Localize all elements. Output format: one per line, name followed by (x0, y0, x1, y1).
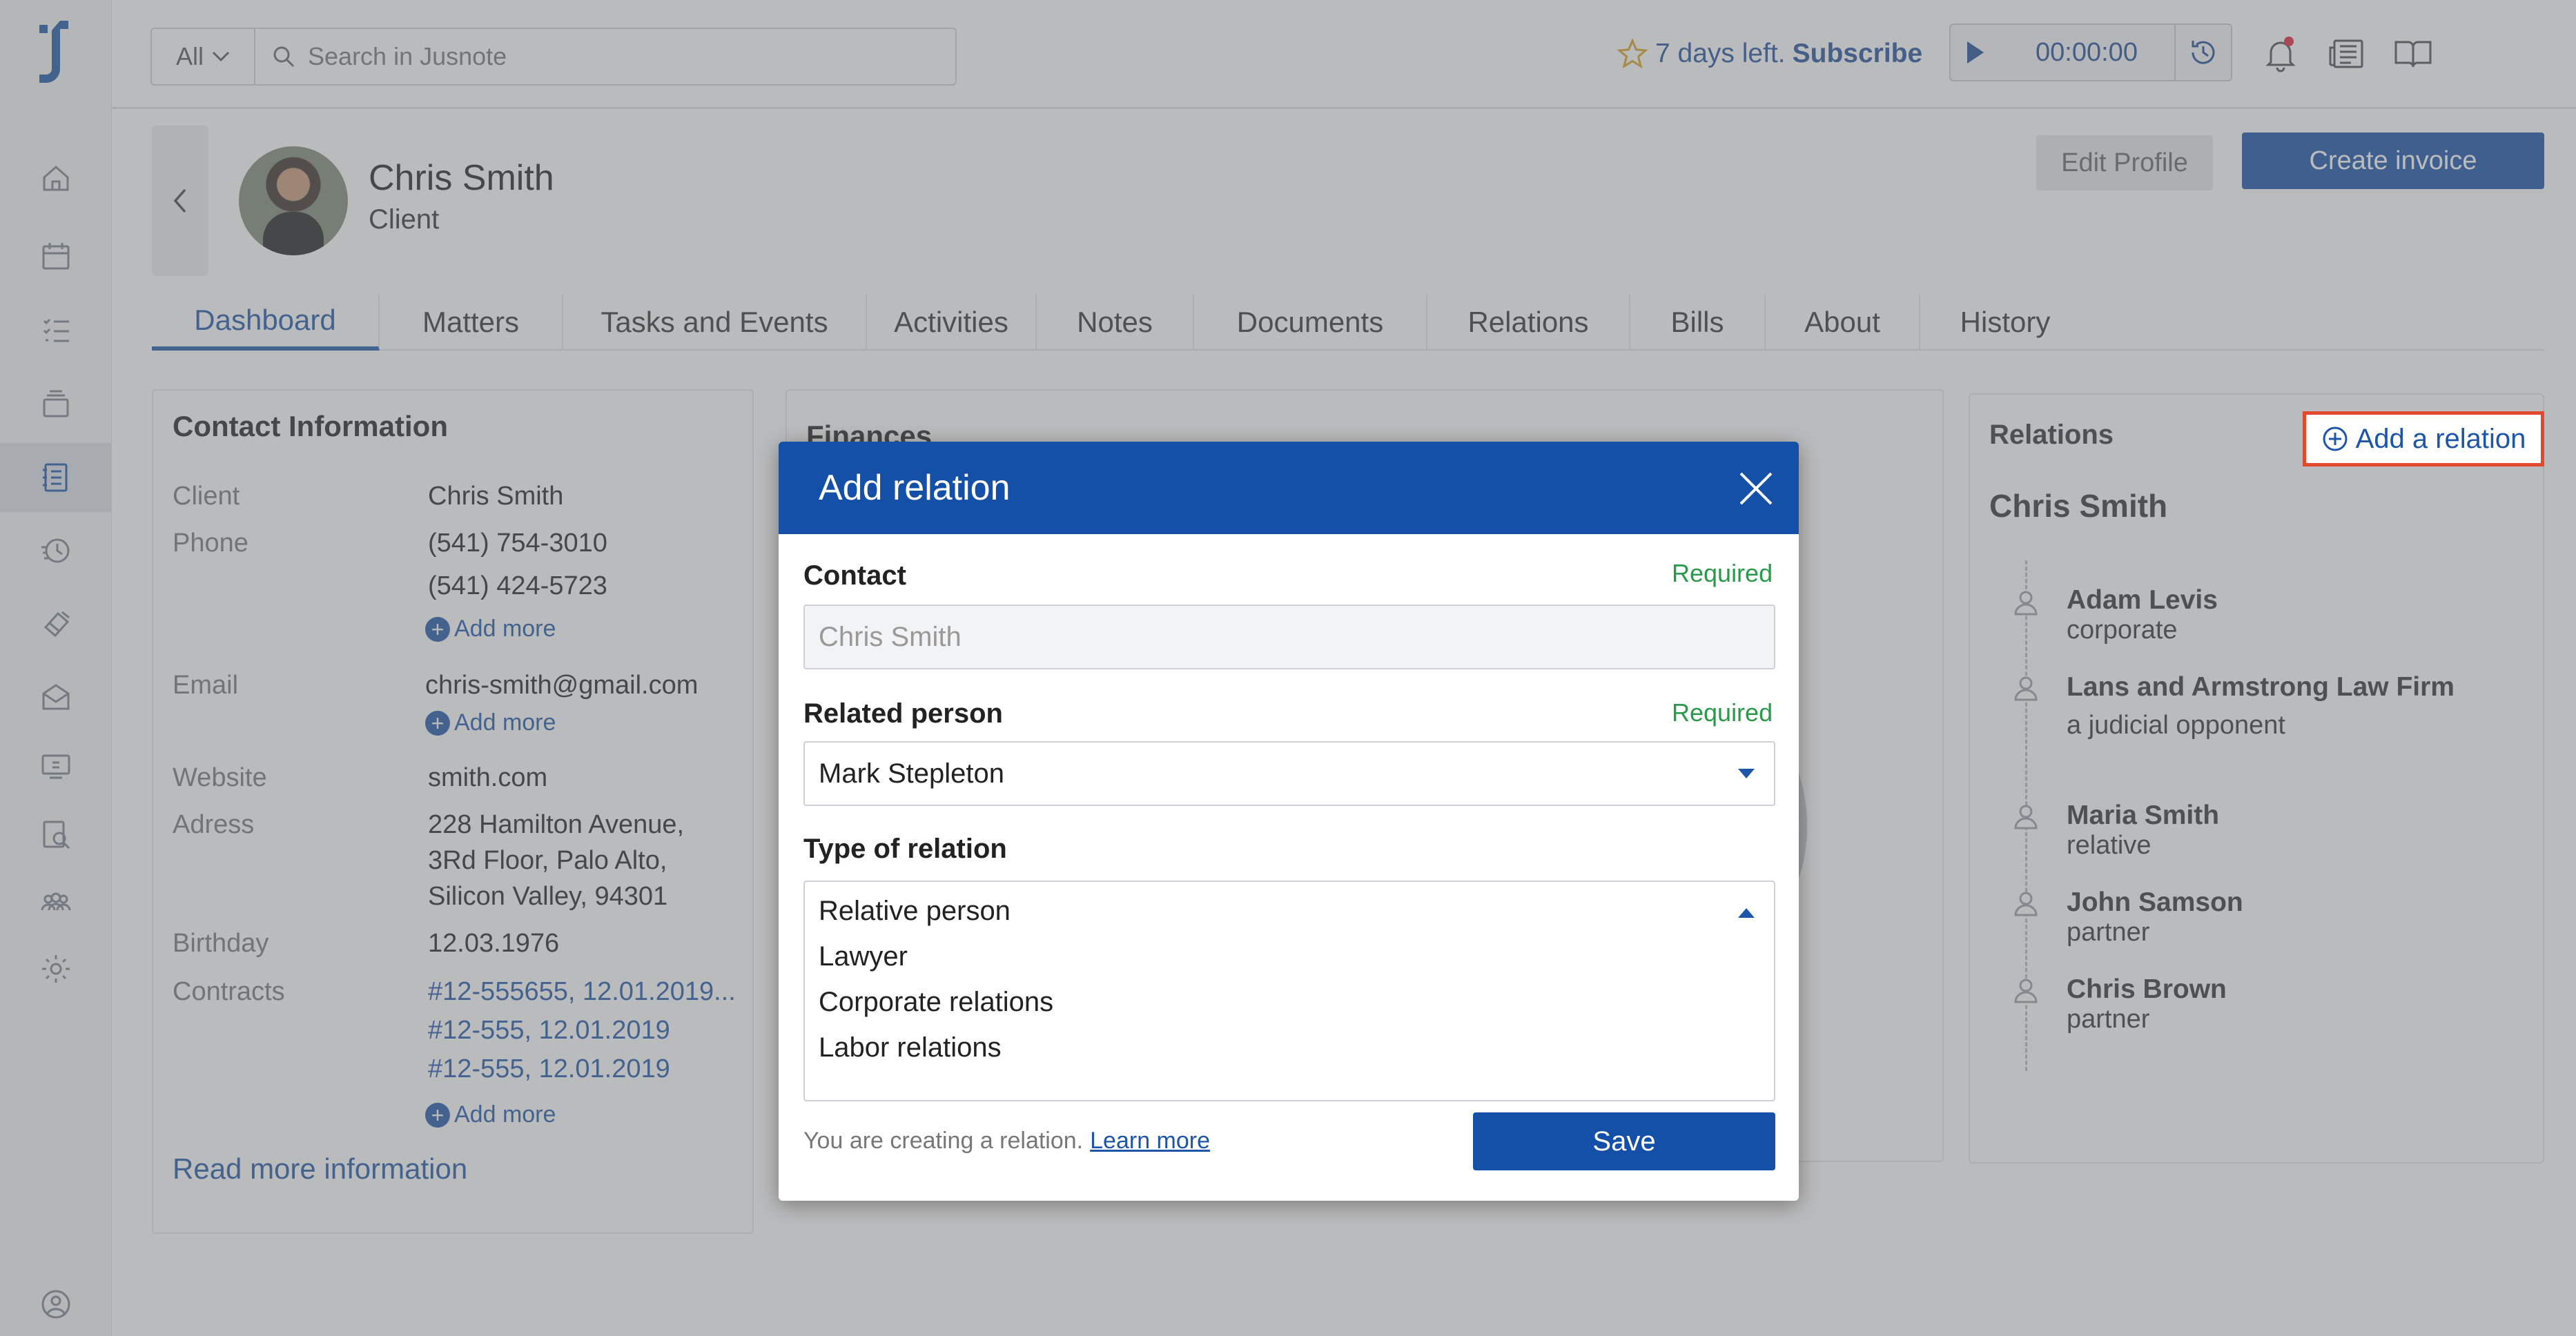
relation-type-option[interactable]: Lawyer (819, 941, 908, 972)
caret-up-icon (1738, 908, 1755, 918)
required-label: Required (1672, 698, 1773, 727)
relation-type-dropdown[interactable]: Relative person Lawyer Corporate relatio… (803, 881, 1775, 1101)
save-button[interactable]: Save (1473, 1112, 1775, 1170)
relation-type-option[interactable]: Corporate relations (819, 987, 1053, 1018)
contact-field: Chris Smith (803, 605, 1775, 669)
type-of-relation-label: Type of relation (803, 834, 1007, 864)
plus-circle-icon (2323, 426, 2348, 451)
add-relation-modal: Add relation Contact Required Chris Smit… (779, 442, 1799, 1201)
modal-title: Add relation (779, 442, 1799, 534)
close-icon[interactable] (1737, 469, 1775, 508)
add-relation-button[interactable]: Add a relation (2303, 411, 2544, 466)
relation-type-option[interactable]: Labor relations (819, 1032, 1002, 1063)
relation-type-option[interactable]: Relative person (819, 896, 1011, 927)
learn-more-link[interactable]: Learn more (1090, 1128, 1210, 1155)
caret-down-icon (1738, 769, 1755, 778)
related-person-label: Related person (803, 698, 1003, 729)
required-label: Required (1672, 559, 1773, 587)
modal-footer-note: You are creating a relation. Learn more (803, 1128, 1211, 1155)
related-person-select[interactable]: Mark Stepleton (803, 741, 1775, 806)
contact-field-label: Contact (803, 560, 906, 591)
